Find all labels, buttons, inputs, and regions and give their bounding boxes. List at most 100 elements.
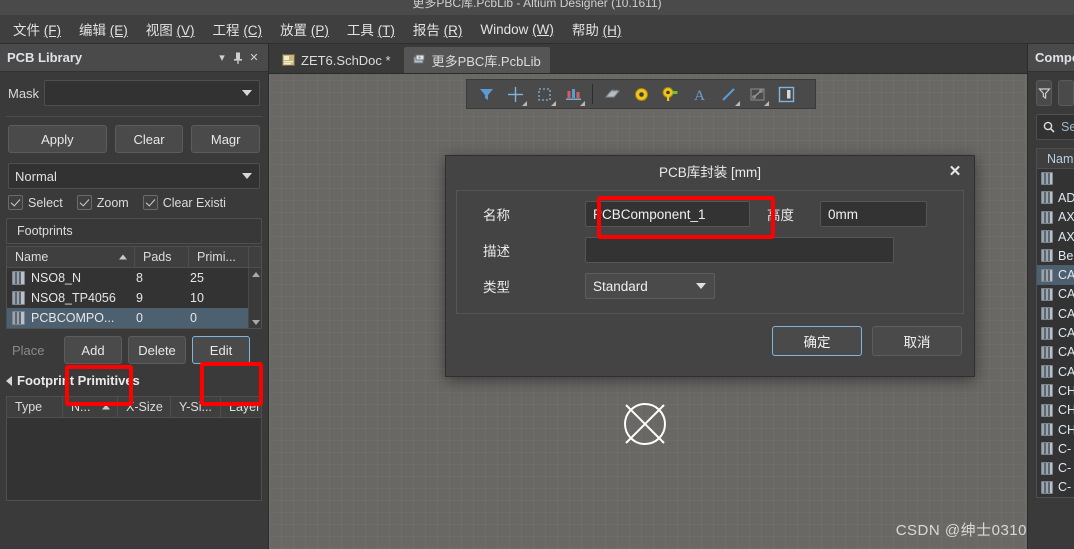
add-button[interactable]: Add	[64, 336, 122, 364]
menu-window[interactable]: Window (W)	[471, 19, 563, 40]
dialog-type-select[interactable]: Standard	[585, 273, 715, 299]
dialog-height-input[interactable]: 0mm	[820, 201, 927, 227]
menu-edit[interactable]: 编辑 (E)	[70, 16, 137, 42]
pad-icon[interactable]	[657, 82, 683, 106]
list-item[interactable]: C-	[1037, 478, 1074, 497]
scroll-up-arrow-icon[interactable]	[249, 268, 262, 280]
marquee-select-icon[interactable]	[531, 82, 557, 106]
table-row[interactable]: PCBCOMPO... 0 0	[7, 308, 261, 328]
table-row[interactable]: NSO8_TP4056 9 10	[7, 288, 261, 308]
mask-input[interactable]	[44, 80, 260, 106]
footprints-col-primitives[interactable]: Primi...	[189, 247, 249, 267]
apply-button[interactable]: Apply	[8, 125, 107, 153]
list-item[interactable]: CA	[1037, 343, 1074, 362]
checkbox-clear-existing-box[interactable]	[142, 195, 158, 210]
menu-project[interactable]: 工程 (C)	[204, 16, 272, 42]
crosshair-submenu-arrow-icon[interactable]	[522, 101, 527, 106]
checkbox-select-box[interactable]	[8, 195, 23, 210]
align-icon[interactable]	[560, 82, 586, 106]
components-col-name[interactable]: Name	[1037, 149, 1074, 169]
footprints-col-primitives-label: Primi...	[197, 250, 236, 264]
align-submenu-arrow-icon[interactable]	[580, 101, 585, 106]
dialog-description-input[interactable]	[585, 237, 894, 263]
dialog-name-input[interactable]: PCBComponent_1	[585, 201, 750, 227]
list-item[interactable]: CH	[1037, 381, 1074, 400]
clear-button[interactable]: Clear	[114, 125, 184, 153]
dimension-icon[interactable]	[744, 82, 770, 106]
tab-zet6-schdoc[interactable]: ZET6.SchDoc *	[273, 47, 400, 73]
list-item[interactable]: C-	[1037, 439, 1074, 458]
primitives-col-name[interactable]: N...	[63, 397, 118, 417]
list-item[interactable]: AX	[1037, 227, 1074, 246]
list-item[interactable]: CH	[1037, 401, 1074, 420]
search-input[interactable]: Se	[1036, 114, 1074, 140]
footprint-primitives: 0	[190, 311, 197, 325]
component-icon[interactable]	[599, 82, 625, 106]
mask-label: Mask	[8, 85, 40, 101]
line-icon[interactable]	[715, 82, 741, 106]
via-icon[interactable]	[628, 82, 654, 106]
primitives-col-type[interactable]: Type	[7, 397, 63, 417]
tab-pcblib[interactable]: 更多PBC库.PcbLib	[403, 47, 550, 73]
magnify-button[interactable]: Magr	[191, 125, 261, 153]
place-button[interactable]: Place	[12, 343, 58, 358]
menu-view[interactable]: 视图 (V)	[137, 16, 204, 42]
funnel-icon[interactable]	[1036, 80, 1052, 106]
collapse-triangle-icon[interactable]	[6, 375, 12, 386]
checkbox-select[interactable]: Select	[8, 195, 63, 210]
delete-button[interactable]: Delete	[128, 336, 186, 364]
mask-chevron-down-icon[interactable]	[242, 90, 252, 96]
list-item[interactable]: CA	[1037, 323, 1074, 342]
menu-help[interactable]: 帮助 (H)	[563, 16, 631, 42]
footprints-vertical-scrollbar[interactable]	[248, 268, 261, 328]
list-item[interactable]: CA	[1037, 285, 1074, 304]
crosshair-place-icon[interactable]	[502, 82, 528, 106]
menu-place[interactable]: 放置 (P)	[271, 16, 338, 42]
display-mode-chevron-down-icon[interactable]	[242, 173, 252, 179]
dialog-cancel-button[interactable]: 取消	[872, 326, 962, 356]
menu-help-label: 帮助	[571, 23, 599, 38]
sort-ascending-icon	[119, 254, 127, 260]
list-item[interactable]: CA	[1037, 304, 1074, 323]
list-item[interactable]: CA	[1037, 265, 1074, 285]
checkbox-zoom-box[interactable]	[76, 195, 92, 210]
panel-pin-icon[interactable]	[230, 50, 246, 66]
component-chip-icon	[1041, 172, 1053, 186]
list-item[interactable]: AD	[1037, 188, 1074, 207]
list-item[interactable]	[1037, 169, 1074, 188]
filter-icon[interactable]	[473, 82, 499, 106]
text-icon[interactable]: A	[686, 82, 712, 106]
checkbox-clear-existing[interactable]: Clear Existi	[142, 195, 226, 210]
list-item[interactable]: CA	[1037, 362, 1074, 381]
components-extra-tool-icon[interactable]	[1058, 80, 1074, 106]
primitives-col-xsize[interactable]: X-Size	[118, 397, 171, 417]
line-submenu-arrow-icon[interactable]	[735, 101, 740, 106]
checkbox-zoom[interactable]: Zoom	[76, 195, 129, 210]
menu-tools[interactable]: 工具 (T)	[338, 16, 404, 42]
pcb-library-footprint-dialog: PCB库封装 [mm] ✕ 名称 PCBComponent_1 高度 0mm 描…	[445, 155, 975, 377]
scroll-down-arrow-icon[interactable]	[249, 316, 262, 328]
panel-close-icon[interactable]: ✕	[246, 50, 262, 66]
component-chip-icon	[1041, 423, 1053, 436]
list-item[interactable]: C-	[1037, 458, 1074, 477]
marquee-submenu-arrow-icon[interactable]	[551, 101, 556, 106]
display-mode-select[interactable]: Normal	[8, 163, 260, 189]
dialog-ok-button[interactable]: 确定	[772, 326, 862, 356]
dialog-close-icon[interactable]: ✕	[946, 162, 964, 180]
edit-button[interactable]: Edit	[192, 336, 250, 364]
primitives-col-layer[interactable]: Layer	[221, 397, 261, 417]
dialog-type-chevron-down-icon[interactable]	[696, 283, 706, 289]
table-row[interactable]: NSO8_N 8 25	[7, 268, 261, 288]
footprints-col-name[interactable]: Name	[7, 247, 135, 267]
fill-region-icon[interactable]	[773, 82, 799, 106]
list-item[interactable]: Be	[1037, 246, 1074, 265]
list-item[interactable]: CH	[1037, 420, 1074, 439]
panel-menu-chevron-down-icon[interactable]: ▾	[214, 50, 230, 66]
menu-reports[interactable]: 报告 (R)	[404, 16, 472, 42]
dimension-submenu-arrow-icon[interactable]	[764, 101, 769, 106]
footprints-col-pads[interactable]: Pads	[135, 247, 189, 267]
menu-file[interactable]: 文件 (F)	[4, 16, 70, 42]
primitives-col-ysize[interactable]: Y-Si...	[171, 397, 221, 417]
footprint-primitives-header[interactable]: Footprint Primitives	[0, 364, 268, 392]
list-item[interactable]: AX	[1037, 208, 1074, 227]
